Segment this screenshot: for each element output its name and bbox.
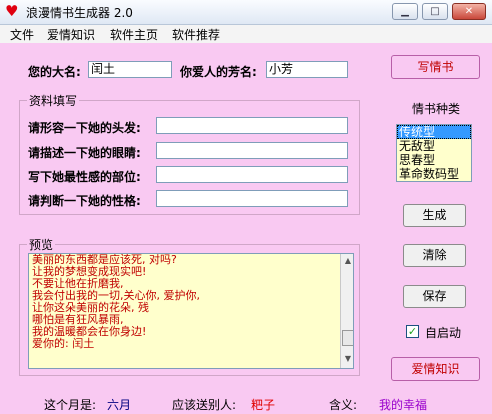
close-button[interactable]: ✕ xyxy=(452,3,486,20)
preview-line: 爱你的: 闰土 xyxy=(32,337,95,350)
maximize-icon: □ xyxy=(430,6,440,17)
letter-type-label: 情书种类 xyxy=(412,102,461,116)
letter-type-list[interactable]: 传统型 无敌型 思春型 革命数码型 xyxy=(396,124,472,182)
preview-textarea[interactable]: 美丽的东西都是应该死, 对吗? 让我的梦想变成现实吧! 不要让他在折磨我, 我会… xyxy=(28,253,354,369)
eyes-label: 请描述一下她的眼睛: xyxy=(28,146,141,160)
love-knowledge-button[interactable]: 爱情知识 xyxy=(391,357,480,381)
scroll-thumb[interactable] xyxy=(342,330,353,346)
menu-love-knowledge[interactable]: 爱情知识 xyxy=(47,26,95,43)
menu-file[interactable]: 文件 xyxy=(10,26,34,43)
autostart-checkbox[interactable]: ✓ xyxy=(406,325,419,338)
scroll-up-icon[interactable]: ▲ xyxy=(343,256,353,266)
your-name-label: 您的大名: xyxy=(28,65,81,79)
personality-input[interactable] xyxy=(156,190,348,207)
eyes-input[interactable] xyxy=(156,142,348,159)
personality-label: 请判断一下她的性格: xyxy=(28,194,141,208)
sexy-part-label: 写下她最性感的部位: xyxy=(28,170,141,184)
letter-type-option[interactable]: 革命数码型 xyxy=(397,167,471,181)
status-bar: 这个月是: 六月 应该送别人: 粑子 含义: 我的幸福 xyxy=(0,393,492,414)
write-letter-button[interactable]: 写情书 xyxy=(391,55,480,79)
gift-value: 粑子 xyxy=(251,398,276,412)
generate-button[interactable]: 生成 xyxy=(403,204,466,227)
meaning-value: 我的幸福 xyxy=(379,398,428,412)
check-icon: ✓ xyxy=(407,325,418,338)
close-icon: ✕ xyxy=(464,6,474,17)
sexy-part-input[interactable] xyxy=(156,166,348,183)
hair-input[interactable] xyxy=(156,117,348,134)
month-label: 这个月是: xyxy=(44,398,97,412)
minimize-icon: ▁ xyxy=(401,6,409,17)
meaning-label: 含义: xyxy=(329,398,358,412)
title-bar: ♥ 浪漫情书生成器 2.0 ▁ □ ✕ xyxy=(0,0,492,25)
hair-label: 请形容一下她的头发: xyxy=(28,121,141,135)
clear-button[interactable]: 清除 xyxy=(403,244,466,267)
lover-name-input[interactable]: 小芳 xyxy=(266,61,348,78)
gift-label: 应该送别人: xyxy=(172,398,237,412)
your-name-input[interactable]: 闰土 xyxy=(88,61,172,78)
autostart-label: 自启动 xyxy=(425,326,462,340)
window-title: 浪漫情书生成器 2.0 xyxy=(26,6,133,20)
lover-name-label: 你爱人的芳名: xyxy=(180,65,257,79)
letter-type-option[interactable]: 传统型 xyxy=(397,125,471,139)
letter-type-option[interactable]: 思春型 xyxy=(397,153,471,167)
scroll-down-icon[interactable]: ▼ xyxy=(343,354,353,364)
heart-icon: ♥ xyxy=(5,2,19,20)
menu-homepage[interactable]: 软件主页 xyxy=(110,26,158,43)
info-group-label: 资料填写 xyxy=(27,92,80,109)
menu-recommend[interactable]: 软件推荐 xyxy=(172,26,220,43)
menu-bar: 文件 爱情知识 软件主页 软件推荐 xyxy=(0,25,492,43)
preview-group-label: 预览 xyxy=(27,236,56,253)
maximize-button[interactable]: □ xyxy=(422,3,448,20)
save-button[interactable]: 保存 xyxy=(403,285,466,308)
letter-type-option[interactable]: 无敌型 xyxy=(397,139,471,153)
preview-scrollbar[interactable]: ▲ ▼ xyxy=(340,254,353,368)
month-value: 六月 xyxy=(107,398,132,412)
minimize-button[interactable]: ▁ xyxy=(392,3,418,20)
